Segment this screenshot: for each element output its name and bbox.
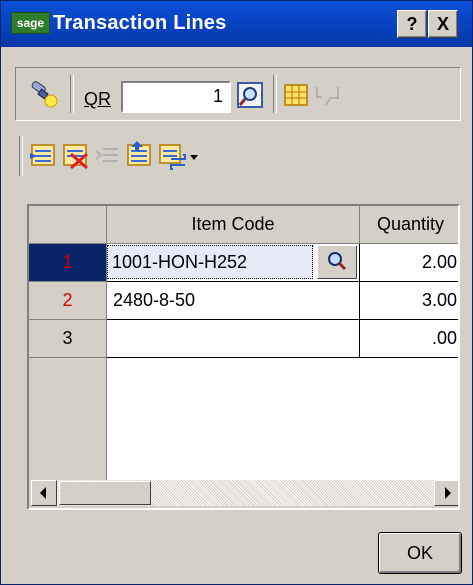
comment-icon[interactable] — [314, 81, 344, 111]
qr-input[interactable]: 1 — [121, 81, 231, 113]
quantity-cell-2[interactable]: 3.00 — [360, 282, 458, 320]
row-header-2[interactable]: 2 — [29, 282, 107, 320]
indent-icon[interactable] — [93, 141, 123, 171]
quantity-cell-3[interactable]: .00 — [360, 320, 458, 358]
arrow-right-icon — [445, 487, 451, 499]
toolbar-separator-2 — [273, 75, 277, 113]
help-button[interactable]: ? — [397, 10, 427, 38]
qr-lookup-icon[interactable] — [236, 81, 266, 111]
copy-line-icon[interactable] — [157, 141, 187, 171]
close-button[interactable]: X — [428, 10, 458, 38]
row-number: 3 — [62, 328, 73, 348]
move-line-icon[interactable] — [125, 141, 155, 171]
quantity-cell-1[interactable]: 2.00 — [360, 244, 458, 282]
scroll-left-button[interactable] — [31, 480, 57, 506]
toolbar-top: QR 1 — [15, 67, 461, 121]
qr-label-text: QR — [84, 89, 111, 109]
grid-empty-area — [107, 358, 458, 480]
item-code-cell-1[interactable]: 1001-HON-H252 — [107, 244, 360, 282]
grid-icon[interactable] — [282, 81, 312, 111]
transaction-lines-window: sage Transaction Lines ? X QR 1 Item Cod… — [0, 0, 473, 585]
toolbar-separator-3 — [19, 136, 23, 176]
more-icon[interactable] — [187, 141, 201, 171]
horizontal-scrollbar[interactable] — [31, 480, 458, 506]
grid-empty-rowheaders — [29, 358, 107, 480]
magnifier-icon — [328, 252, 347, 271]
sage-logo: sage — [11, 12, 50, 34]
window-title: Transaction Lines — [53, 12, 227, 34]
column-header-item-code[interactable]: Item Code — [107, 206, 360, 244]
row-header-3[interactable]: 3 — [29, 320, 107, 358]
lookup-light-icon[interactable] — [29, 80, 59, 110]
arrow-left-icon — [40, 487, 46, 499]
row-number: 2 — [62, 290, 73, 310]
item-lookup-button[interactable] — [317, 245, 357, 279]
item-code-cell-2[interactable]: 2480-8-50 — [107, 282, 360, 320]
row-number: 1 — [62, 252, 73, 272]
item-code-cell-3[interactable] — [107, 320, 360, 358]
row-header-1[interactable]: 1 — [29, 244, 107, 282]
transaction-lines-grid: Item Code Quantity 1 1001-HON-H252 2.00 … — [27, 204, 460, 510]
item-code-input-active[interactable]: 1001-HON-H252 — [107, 245, 313, 279]
ok-button[interactable]: OK — [378, 532, 462, 574]
grid-corner-header — [29, 206, 107, 244]
item-code-value: 1001-HON-H252 — [112, 252, 248, 272]
qr-label: QR — [84, 89, 111, 110]
titlebar[interactable]: sage Transaction Lines ? X — [1, 1, 472, 47]
toolbar-separator — [70, 75, 74, 113]
toolbar-lines — [15, 129, 459, 181]
column-header-quantity[interactable]: Quantity — [360, 206, 458, 244]
insert-line-icon[interactable] — [29, 141, 59, 171]
delete-line-icon[interactable] — [61, 141, 91, 171]
scroll-thumb[interactable] — [59, 481, 151, 505]
scroll-right-button[interactable] — [434, 480, 458, 506]
